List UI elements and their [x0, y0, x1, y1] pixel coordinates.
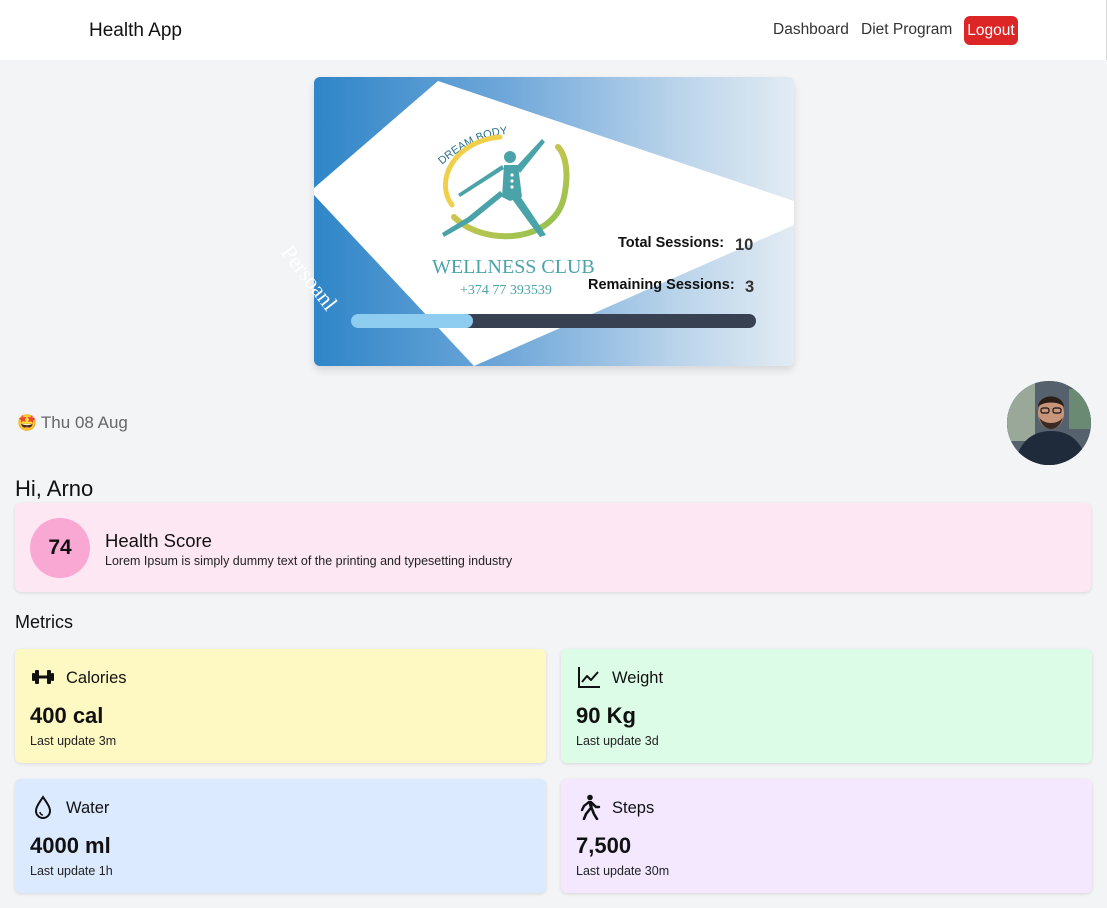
- chart-line-icon: [578, 667, 600, 688]
- app-brand[interactable]: Health App: [89, 20, 182, 42]
- water-drop-icon: [34, 795, 52, 819]
- walking-icon: [580, 794, 601, 820]
- sessions-progress-fill: [351, 314, 473, 328]
- metric-label-calories: Calories: [66, 669, 127, 687]
- metric-value-calories: 400 cal: [30, 703, 104, 728]
- metric-label-steps: Steps: [612, 799, 655, 817]
- health-score-card[interactable]: 74 Health Score Lorem Ipsum is simply du…: [15, 503, 1091, 592]
- nav-link-dashboard[interactable]: Dashboard: [773, 21, 849, 39]
- health-score-title: Health Score: [105, 530, 212, 551]
- date-text: Thu 08 Aug: [40, 413, 128, 432]
- metric-update-calories: Last update 3m: [30, 734, 117, 748]
- total-sessions-label: Total Sessions:: [618, 235, 725, 251]
- metric-card-calories[interactable]: Calories 400 cal Last update 3m: [15, 649, 546, 763]
- nav-link-diet-program[interactable]: Diet Program: [861, 21, 952, 39]
- date-display: 🤩 Thu 08 Aug: [17, 413, 128, 433]
- remaining-sessions-label: Remaining Sessions:: [588, 277, 735, 293]
- metric-card-water[interactable]: Water 4000 ml Last update 1h: [15, 779, 546, 893]
- star-struck-emoji-icon: 🤩: [17, 415, 37, 432]
- total-sessions-value: 10: [735, 236, 754, 254]
- metrics-heading: Metrics: [15, 612, 73, 632]
- metric-update-steps: Last update 30m: [576, 864, 670, 878]
- wellness-club-logo: DREAM BODY WELLNESS CLUB +374 77 393539: [432, 125, 595, 297]
- health-score-value: 74: [30, 518, 90, 578]
- metric-label-weight: Weight: [612, 669, 664, 687]
- logout-button[interactable]: Logout: [964, 16, 1018, 45]
- avatar[interactable]: [1007, 381, 1091, 465]
- metric-card-weight[interactable]: Weight 90 Kg Last update 3d: [561, 649, 1092, 763]
- greeting: Hi, Arno: [15, 476, 94, 501]
- metric-value-weight: 90 Kg: [576, 703, 636, 728]
- logo-name: WELLNESS CLUB: [432, 256, 595, 278]
- remaining-sessions-value: 3: [745, 278, 755, 296]
- metric-value-steps: 7,500: [576, 833, 632, 858]
- sessions-progress-bar: [351, 314, 756, 328]
- metric-update-water: Last update 1h: [30, 864, 113, 878]
- navbar: Health App Dashboard Diet Program Logout: [0, 0, 1107, 60]
- metric-label-water: Water: [66, 799, 110, 817]
- avatar-photo: [1007, 381, 1091, 465]
- metric-update-weight: Last update 3d: [576, 734, 659, 748]
- metric-value-water: 4000 ml: [30, 833, 111, 858]
- health-score-description: Lorem Ipsum is simply dummy text of the …: [105, 554, 513, 568]
- logo-phone: +374 77 393539: [460, 283, 552, 297]
- metric-card-steps[interactable]: Steps 7,500 Last update 30m: [561, 779, 1092, 893]
- dumbbell-icon: [32, 670, 54, 684]
